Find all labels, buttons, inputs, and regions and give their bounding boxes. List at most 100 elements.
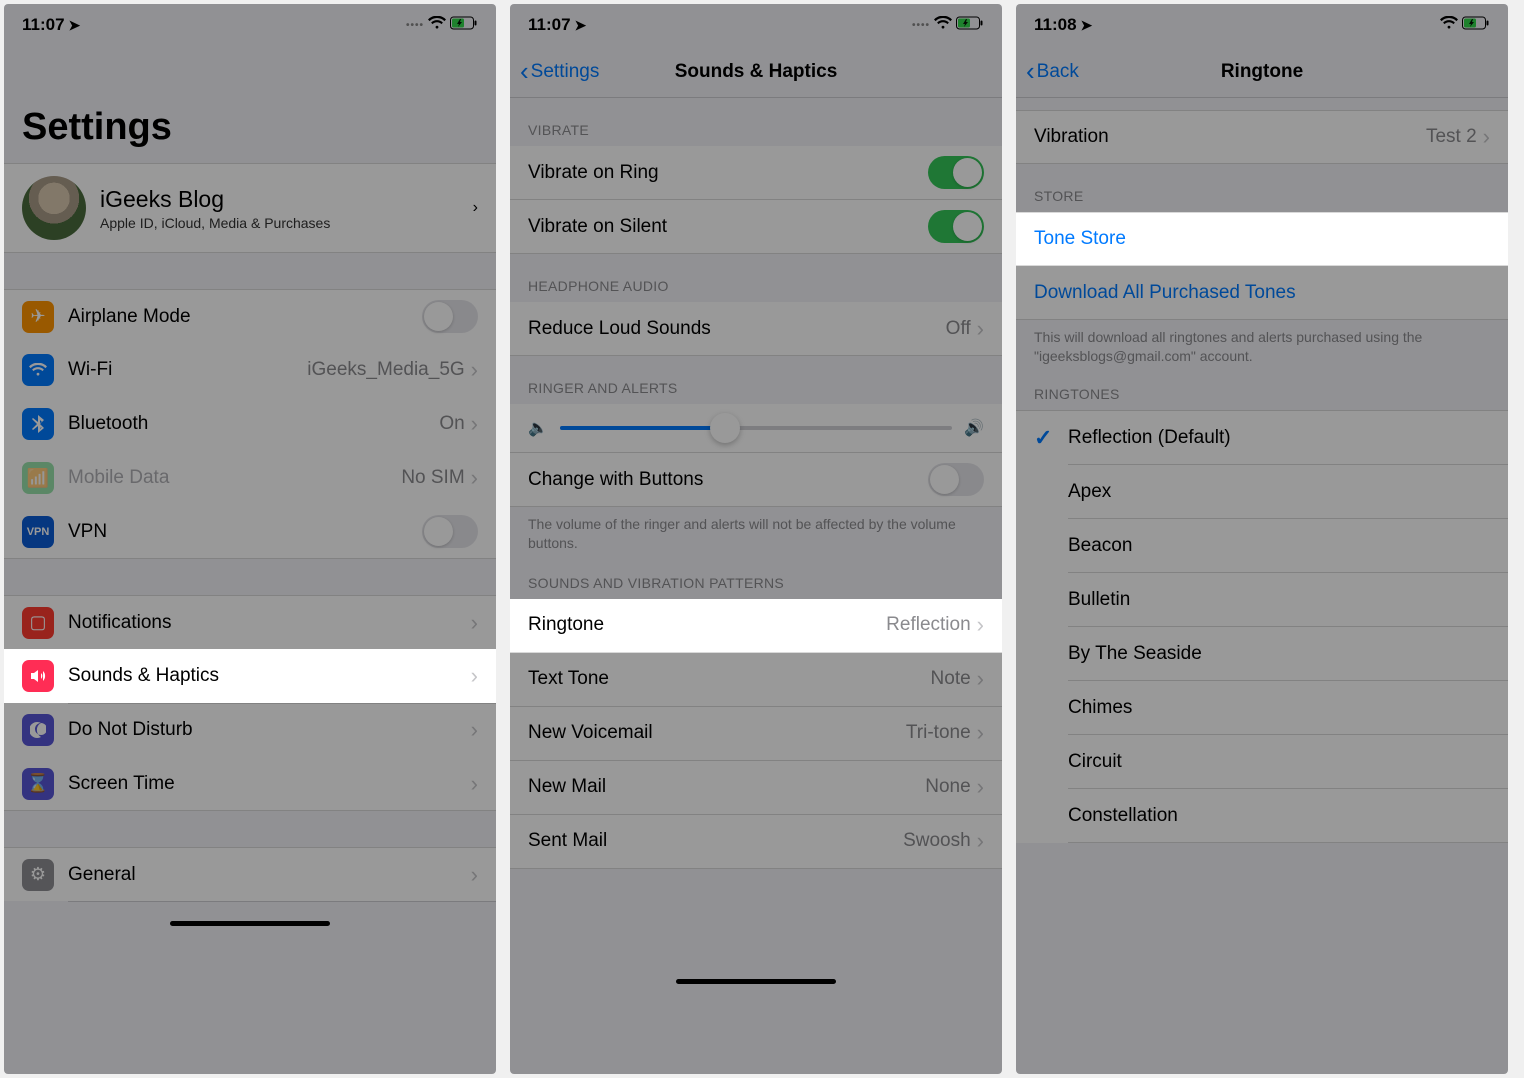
hourglass-icon: ⌛ [22, 768, 54, 800]
row-label: Bluetooth [68, 413, 439, 435]
chevron-right-icon: › [977, 720, 984, 746]
row-label: Notifications [68, 612, 471, 634]
speaker-icon [22, 660, 54, 692]
chevron-right-icon: › [471, 771, 478, 797]
ringtone-item[interactable]: Circuit [1016, 735, 1508, 789]
reduce-loud-sounds-row[interactable]: Reduce Loud Sounds Off › [510, 302, 1002, 356]
airplane-toggle[interactable] [422, 300, 478, 333]
dnd-row[interactable]: Do Not Disturb › [4, 703, 496, 757]
wifi-icon [22, 354, 54, 386]
screen-time-row[interactable]: ⌛ Screen Time › [4, 757, 496, 811]
sounds-haptics-screen: 11:07 ➤ •••• ‹ Settings Sounds & Haptics… [510, 4, 1002, 1074]
volume-high-icon: 🔊 [964, 418, 984, 438]
chevron-right-icon: › [471, 663, 478, 689]
vibrate-on-silent-row[interactable]: Vibrate on Silent [510, 200, 1002, 254]
battery-icon [1462, 15, 1490, 35]
ringtone-label: Chimes [1068, 697, 1490, 719]
wifi-icon [934, 15, 952, 35]
slider-thumb[interactable] [710, 413, 740, 443]
text-tone-row[interactable]: Text Tone Note › [510, 653, 1002, 707]
general-row[interactable]: ⚙ General › [4, 847, 496, 901]
chevron-right-icon: › [471, 357, 478, 383]
change-buttons-toggle[interactable] [928, 463, 984, 496]
battery-icon [450, 15, 478, 35]
profile-name: iGeeks Blog [100, 186, 473, 213]
airplane-icon: ✈ [22, 301, 54, 333]
row-label: Sounds & Haptics [68, 665, 471, 687]
chevron-left-icon: ‹ [1026, 56, 1035, 87]
status-time: 11:07 [22, 15, 65, 35]
chevron-right-icon: › [471, 610, 478, 636]
cell-signal-icon: •••• [912, 20, 930, 31]
apple-id-row[interactable]: iGeeks Blog Apple ID, iCloud, Media & Pu… [4, 163, 496, 253]
page-title: Settings [4, 46, 496, 163]
nav-title: Ringtone [1221, 61, 1303, 83]
ringtone-item[interactable]: Apex [1016, 465, 1508, 519]
back-label: Settings [531, 61, 600, 83]
row-value: Note [931, 668, 971, 690]
ringtone-item[interactable]: ✓Reflection (Default) [1016, 411, 1508, 465]
ringtone-item[interactable]: Bulletin [1016, 573, 1508, 627]
notifications-icon: ▢ [22, 607, 54, 639]
gear-icon: ⚙ [22, 859, 54, 891]
row-label: Wi-Fi [68, 359, 307, 381]
section-header-patterns: Sounds and Vibration Patterns [510, 563, 1002, 599]
ringtone-item[interactable]: Beacon [1016, 519, 1508, 573]
row-label: Text Tone [528, 668, 931, 690]
vibrate-on-ring-row[interactable]: Vibrate on Ring [510, 146, 1002, 200]
notifications-row[interactable]: ▢ Notifications › [4, 595, 496, 649]
back-label: Back [1037, 61, 1079, 83]
back-button[interactable]: ‹ Settings [520, 56, 599, 87]
airplane-mode-row[interactable]: ✈ Airplane Mode [4, 289, 496, 343]
avatar [22, 176, 86, 240]
vibration-row[interactable]: Vibration Test 2 › [1016, 110, 1508, 164]
chevron-right-icon: › [471, 411, 478, 437]
chevron-right-icon: › [471, 465, 478, 491]
change-buttons-footer: The volume of the ringer and alerts will… [510, 507, 1002, 563]
download-all-row[interactable]: Download All Purchased Tones [1016, 266, 1508, 320]
row-value: Tri-tone [906, 722, 971, 744]
vibrate-ring-toggle[interactable] [928, 156, 984, 189]
row-label: Vibration [1034, 126, 1426, 148]
change-with-buttons-row[interactable]: Change with Buttons [510, 453, 1002, 507]
ringtone-label: Bulletin [1068, 589, 1490, 611]
section-header-vibrate: Vibrate [510, 98, 1002, 146]
ringtone-label: Reflection (Default) [1068, 427, 1490, 449]
nav-bar: ‹ Back Ringtone [1016, 46, 1508, 98]
row-label: Vibrate on Ring [528, 162, 928, 184]
bluetooth-row[interactable]: Bluetooth On › [4, 397, 496, 451]
tone-store-row[interactable]: Tone Store [1016, 212, 1508, 266]
row-label: Download All Purchased Tones [1034, 282, 1490, 304]
home-indicator [170, 921, 330, 926]
new-mail-row[interactable]: New Mail None › [510, 761, 1002, 815]
row-value: No SIM [401, 467, 464, 489]
row-value: Off [946, 318, 971, 340]
row-label: New Voicemail [528, 722, 906, 744]
row-value: iGeeks_Media_5G [307, 359, 464, 381]
ringtone-item[interactable]: Constellation [1016, 789, 1508, 843]
ringtone-item[interactable]: Chimes [1016, 681, 1508, 735]
mobile-data-row[interactable]: 📶 Mobile Data No SIM › [4, 451, 496, 505]
sounds-haptics-row[interactable]: Sounds & Haptics › [4, 649, 496, 703]
wifi-row[interactable]: Wi-Fi iGeeks_Media_5G › [4, 343, 496, 397]
vpn-toggle[interactable] [422, 515, 478, 548]
row-label: Change with Buttons [528, 469, 928, 491]
vpn-row[interactable]: VPN VPN [4, 505, 496, 559]
vibrate-silent-toggle[interactable] [928, 210, 984, 243]
chevron-right-icon: › [473, 199, 478, 217]
wifi-icon [428, 15, 446, 35]
row-label: Airplane Mode [68, 306, 422, 328]
chevron-right-icon: › [977, 666, 984, 692]
status-time: 11:07 [528, 15, 571, 35]
row-value: On [439, 413, 464, 435]
ringtone-row[interactable]: Ringtone Reflection › [510, 599, 1002, 653]
location-icon: ➤ [69, 17, 81, 34]
ringtone-item[interactable]: By The Seaside [1016, 627, 1508, 681]
volume-slider[interactable] [560, 426, 952, 430]
sent-mail-row[interactable]: Sent Mail Swoosh › [510, 815, 1002, 869]
row-value: Test 2 [1426, 126, 1477, 148]
back-button[interactable]: ‹ Back [1026, 56, 1079, 87]
checkmark-icon: ✓ [1034, 425, 1068, 451]
new-voicemail-row[interactable]: New Voicemail Tri-tone › [510, 707, 1002, 761]
row-value: Swoosh [903, 830, 971, 852]
